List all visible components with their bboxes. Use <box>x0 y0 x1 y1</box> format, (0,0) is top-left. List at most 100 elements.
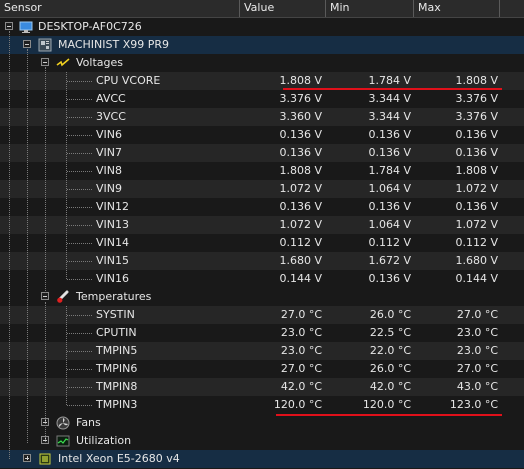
sensor-min: 0.112 V <box>368 236 411 249</box>
sensor-row[interactable]: VIN9 1.072 V 1.064 V 1.072 V <box>0 180 524 198</box>
group-label: Temperatures <box>76 290 152 303</box>
sensor-min: 0.136 V <box>368 146 411 159</box>
sensor-name: VIN14 <box>96 236 129 249</box>
sensor-name: SYSTIN <box>96 308 135 321</box>
sensor-max: 43.0 °C <box>456 380 498 393</box>
sensor-row[interactable]: VIN7 0.136 V 0.136 V 0.136 V <box>0 144 524 162</box>
fans-group[interactable]: Fans <box>0 414 524 432</box>
sensor-value: 0.136 V <box>279 128 322 141</box>
sensor-name: VIN7 <box>96 146 122 159</box>
sensor-value: 23.0 °C <box>280 326 322 339</box>
sensor-name: VIN8 <box>96 164 122 177</box>
sensor-name: VIN13 <box>96 218 129 231</box>
sensor-row[interactable]: SYSTIN 27.0 °C 26.0 °C 27.0 °C <box>0 306 524 324</box>
computer-name: DESKTOP-AF0C726 <box>38 20 142 33</box>
tree-line <box>67 243 92 244</box>
tree-line <box>67 279 92 280</box>
tree-line <box>67 171 92 172</box>
sensor-row[interactable]: AVCC 3.376 V 3.344 V 3.376 V <box>0 90 524 108</box>
sensor-name: VIN6 <box>96 128 122 141</box>
sensor-row[interactable]: TMPIN8 42.0 °C 42.0 °C 43.0 °C <box>0 378 524 396</box>
temperatures-group[interactable]: Temperatures <box>0 288 524 306</box>
group-label: Utilization <box>76 434 132 447</box>
group-label: Fans <box>76 416 101 429</box>
thermometer-icon <box>57 290 69 303</box>
tree-line <box>67 135 92 136</box>
sensor-min: 3.344 V <box>368 92 411 105</box>
sensor-min: 42.0 °C <box>369 380 411 393</box>
sensor-name: CPUTIN <box>96 326 137 339</box>
group-label: Voltages <box>76 56 123 69</box>
tree-line <box>67 387 92 388</box>
tree-line <box>67 207 92 208</box>
sensor-row[interactable]: CPUTIN 23.0 °C 22.5 °C 23.0 °C <box>0 324 524 342</box>
motherboard-icon <box>38 38 52 52</box>
computer-node[interactable]: DESKTOP-AF0C726 <box>0 18 524 36</box>
sensor-min: 0.136 V <box>368 200 411 213</box>
collapse-toggle[interactable] <box>5 22 13 30</box>
sensor-min: 26.0 °C <box>369 362 411 375</box>
sensor-max: 3.376 V <box>455 92 498 105</box>
sensor-tree: DESKTOP-AF0C726 MACHINIST X99 PR9 Voltag… <box>0 18 524 468</box>
tree-line <box>67 117 92 118</box>
expand-toggle[interactable] <box>23 454 31 462</box>
column-extra <box>500 0 524 17</box>
tree-line <box>67 261 92 262</box>
sensor-max: 1.808 V <box>455 164 498 177</box>
sensor-min: 1.064 V <box>368 218 411 231</box>
sensor-value: 0.144 V <box>279 272 322 285</box>
sensor-max: 1.072 V <box>455 218 498 231</box>
sensor-row[interactable]: 3VCC 3.360 V 3.344 V 3.376 V <box>0 108 524 126</box>
tree-line <box>67 99 92 100</box>
collapse-toggle[interactable] <box>41 58 49 66</box>
sensor-value: 1.680 V <box>279 254 322 267</box>
sensor-name: VIN15 <box>96 254 129 267</box>
sensor-name: TMPIN5 <box>96 344 138 357</box>
column-sensor[interactable]: Sensor <box>0 0 240 17</box>
sensor-value: 3.360 V <box>279 110 322 123</box>
sensor-name: TMPIN3 <box>96 398 138 411</box>
sensor-row[interactable]: VIN13 1.072 V 1.064 V 1.072 V <box>0 216 524 234</box>
sensor-max: 0.136 V <box>455 128 498 141</box>
sensor-row[interactable]: VIN8 1.808 V 1.784 V 1.808 V <box>0 162 524 180</box>
tree-line <box>67 81 92 82</box>
sensor-row[interactable]: TMPIN5 23.0 °C 22.0 °C 23.0 °C <box>0 342 524 360</box>
annotation-underline <box>276 414 502 416</box>
sensor-value: 120.0 °C <box>273 398 322 411</box>
annotation-underline <box>283 88 502 90</box>
sensor-name: TMPIN6 <box>96 362 138 375</box>
sensor-row[interactable]: VIN12 0.136 V 0.136 V 0.136 V <box>0 198 524 216</box>
collapse-toggle[interactable] <box>41 292 49 300</box>
sensor-value: 27.0 °C <box>280 308 322 321</box>
sensor-value: 0.136 V <box>279 146 322 159</box>
sensor-row[interactable]: VIN15 1.680 V 1.672 V 1.680 V <box>0 252 524 270</box>
sensor-value: 0.136 V <box>279 200 322 213</box>
column-max[interactable]: Max <box>414 0 500 17</box>
voltages-group[interactable]: Voltages <box>0 54 524 72</box>
sensor-min: 0.136 V <box>368 128 411 141</box>
sensor-min: 1.064 V <box>368 182 411 195</box>
sensor-max: 0.136 V <box>455 146 498 159</box>
sensor-row[interactable]: TMPIN6 27.0 °C 26.0 °C 27.0 °C <box>0 360 524 378</box>
tree-line <box>67 333 92 334</box>
sensor-max: 27.0 °C <box>456 362 498 375</box>
sensor-row[interactable]: VIN6 0.136 V 0.136 V 0.136 V <box>0 126 524 144</box>
computer-icon <box>19 21 33 33</box>
sensor-name: VIN9 <box>96 182 122 195</box>
column-header: Sensor Value Min Max <box>0 0 524 18</box>
sensor-row[interactable]: TMPIN3 120.0 °C 120.0 °C 123.0 °C <box>0 396 524 414</box>
sensor-max: 23.0 °C <box>456 326 498 339</box>
tree-line <box>66 306 67 405</box>
motherboard-node[interactable]: MACHINIST X99 PR9 <box>0 36 524 54</box>
utilization-group[interactable]: Utilization <box>0 432 524 450</box>
sensor-row[interactable]: VIN16 0.144 V 0.136 V 0.144 V <box>0 270 524 288</box>
cpu-node[interactable]: Intel Xeon E5-2680 v4 <box>0 450 524 468</box>
sensor-name: AVCC <box>96 92 126 105</box>
tree-line <box>67 369 92 370</box>
column-value[interactable]: Value <box>240 0 326 17</box>
sensor-row[interactable]: VIN14 0.112 V 0.112 V 0.112 V <box>0 234 524 252</box>
fan-icon <box>56 416 70 430</box>
column-min[interactable]: Min <box>326 0 414 17</box>
sensor-min: 22.5 °C <box>369 326 411 339</box>
collapse-toggle[interactable] <box>23 40 31 48</box>
